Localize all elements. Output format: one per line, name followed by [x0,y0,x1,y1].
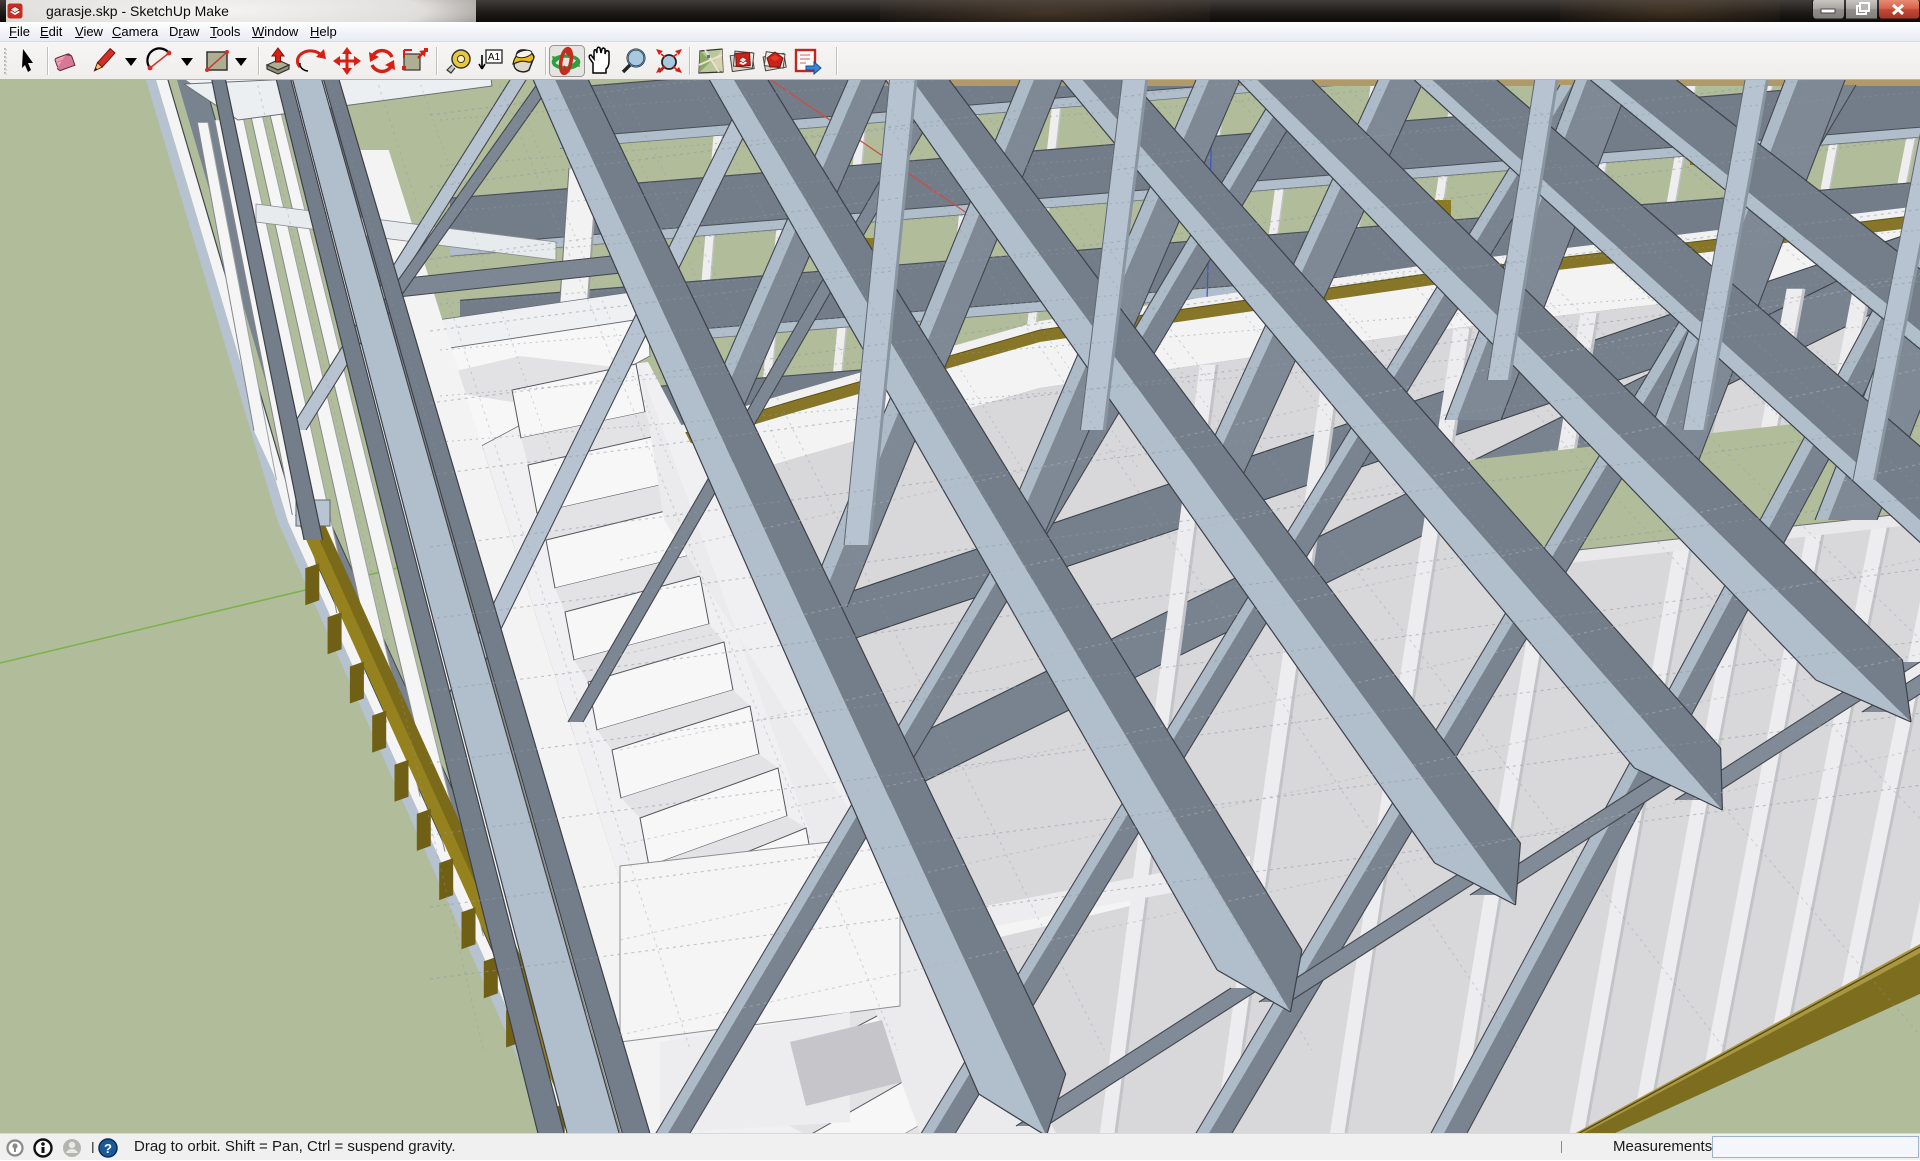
svg-text:?: ? [104,1141,112,1156]
svg-text:A1: A1 [488,52,501,63]
